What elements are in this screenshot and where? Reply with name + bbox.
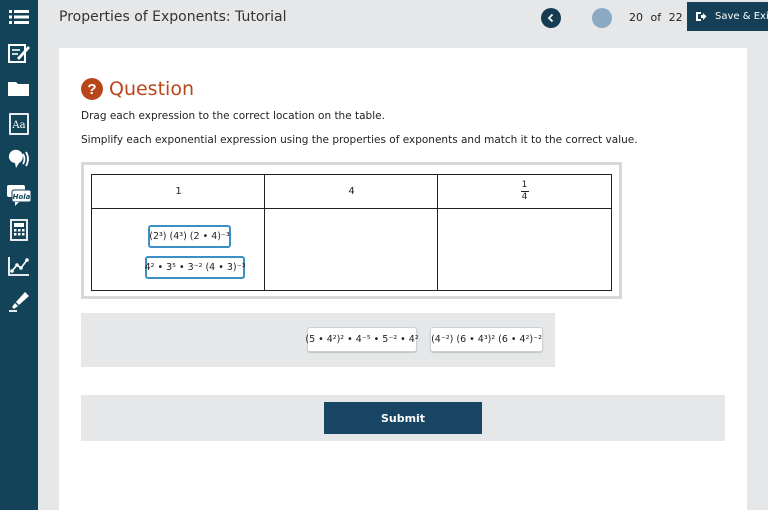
header-cell-4: 4 bbox=[348, 186, 355, 197]
chevron-left-icon bbox=[547, 13, 554, 23]
translate-label: Hola bbox=[13, 193, 31, 201]
instruction-simplify: Simplify each exponential expression usi… bbox=[81, 134, 638, 146]
list-icon[interactable] bbox=[0, 0, 38, 34]
submit-button[interactable]: Submit bbox=[324, 402, 482, 434]
notes-icon[interactable] bbox=[0, 36, 38, 70]
expression-tile[interactable]: (5 • 4²)² • 4⁻⁵ • 5⁻² • 4² bbox=[305, 327, 419, 352]
drop-zone-4[interactable] bbox=[266, 209, 438, 290]
translate-icon[interactable]: Hola bbox=[0, 178, 38, 212]
highlighter-icon[interactable] bbox=[0, 284, 38, 318]
calculator-icon[interactable] bbox=[0, 213, 38, 247]
current-question-number: 20 bbox=[629, 11, 643, 24]
expression-tile[interactable]: (4⁻²) (6 • 4³)² (6 • 4²)⁻² bbox=[430, 327, 543, 352]
graph-icon[interactable] bbox=[0, 249, 38, 283]
folder-icon[interactable] bbox=[0, 71, 38, 105]
table-grid: 1 4 1 4 (2³) (4³) (2 • 4)⁻³ 4² • 3⁵ • 3⁻… bbox=[91, 174, 612, 291]
fraction-denominator: 4 bbox=[521, 192, 528, 202]
expression-tile[interactable]: 4² • 3⁵ • 3⁻² (4 • 3)⁻³ bbox=[145, 256, 245, 279]
save-exit-label: Save & Exit bbox=[715, 11, 768, 22]
question-card: ? Question Drag each expression to the c… bbox=[59, 48, 747, 510]
instruction-drag: Drag each expression to the correct loca… bbox=[81, 110, 385, 122]
header-cell-one-fourth: 1 4 bbox=[438, 175, 611, 208]
question-title: Question bbox=[109, 78, 194, 100]
fraction: 1 4 bbox=[520, 180, 529, 202]
dictionary-label: Aa bbox=[11, 120, 25, 131]
expression-tile[interactable]: (2³) (4³) (2 • 4)⁻³ bbox=[148, 225, 231, 248]
page-title: Properties of Exponents: Tutorial bbox=[59, 9, 287, 25]
audio-icon[interactable] bbox=[0, 142, 38, 176]
exit-icon bbox=[696, 12, 707, 21]
total-questions: 22 bbox=[668, 11, 683, 24]
counter-of-label: of bbox=[650, 11, 662, 24]
question-counter: 20 of 22 bbox=[629, 11, 687, 24]
expression-tray: (5 • 4²)² • 4⁻⁵ • 5⁻² • 4² (4⁻²) (6 • 4³… bbox=[81, 313, 555, 367]
question-heading: ? Question bbox=[81, 78, 194, 100]
question-mark-icon: ? bbox=[81, 78, 103, 100]
header-cell-1: 1 bbox=[175, 186, 182, 197]
progress-status-indicator[interactable] bbox=[592, 8, 612, 28]
top-bar: Properties of Exponents: Tutorial 20 of … bbox=[38, 0, 768, 36]
drop-table: 1 4 1 4 (2³) (4³) (2 • 4)⁻³ 4² • 3⁵ • 3⁻… bbox=[81, 162, 622, 299]
previous-button[interactable] bbox=[541, 8, 561, 28]
drop-zone-one-fourth[interactable] bbox=[439, 209, 611, 290]
fraction-numerator: 1 bbox=[521, 180, 528, 190]
submit-area: Submit bbox=[81, 395, 725, 441]
save-exit-button[interactable]: Save & Exit bbox=[687, 2, 768, 31]
dictionary-icon[interactable]: Aa bbox=[0, 107, 38, 141]
tool-sidebar: Aa Hola bbox=[0, 0, 38, 510]
